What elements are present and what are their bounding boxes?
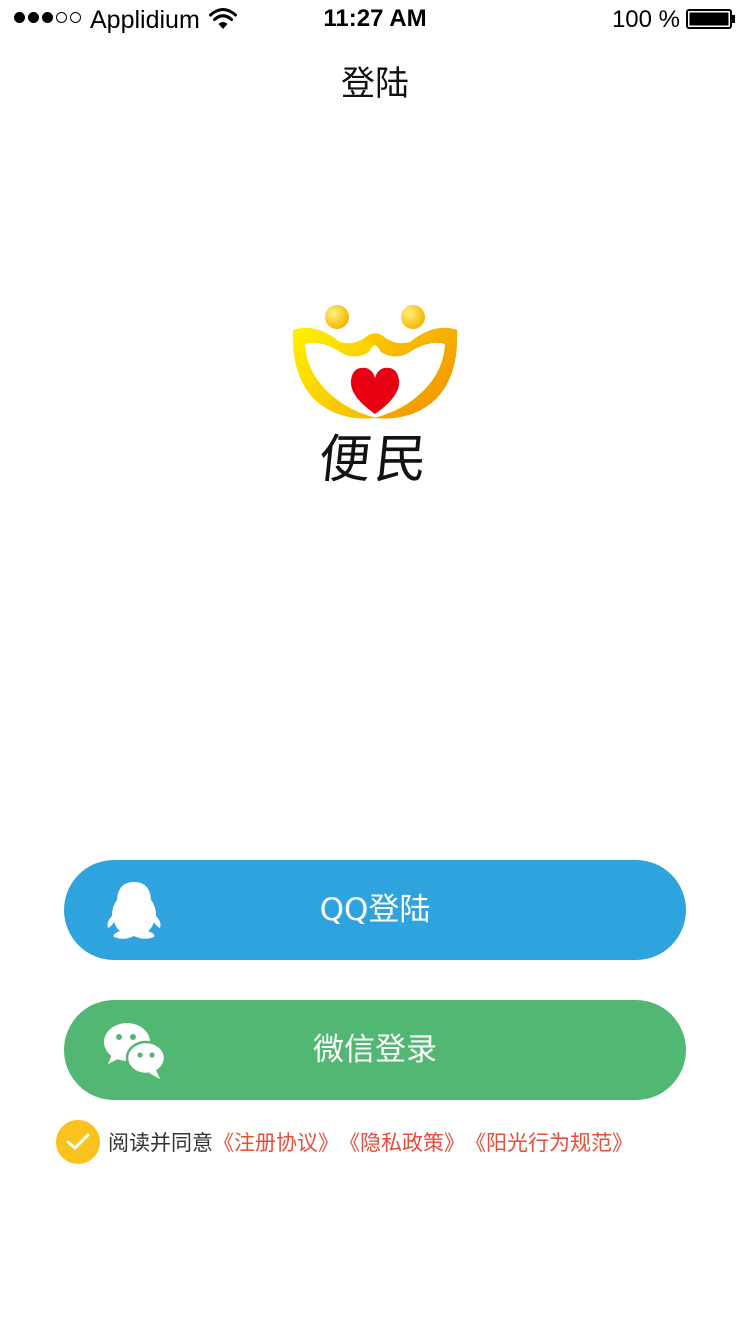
- logo-text: 便民: [315, 430, 435, 490]
- qq-penguin-icon: [107, 882, 161, 939]
- page-title: 登陆: [341, 64, 409, 104]
- two-people-heart-logo: [292, 305, 458, 419]
- status-bar: Applidium 11:27 AM 100 %: [0, 0, 750, 40]
- wechat-login-label: 微信登录: [313, 1032, 437, 1068]
- login-screen: Applidium 11:27 AM 100 % 登陆 便民 QQ登陆 微信登录…: [0, 0, 750, 1334]
- qq-login-button[interactable]: QQ登陆: [64, 860, 686, 960]
- agreement-prefix: 阅读并同意: [108, 1131, 213, 1155]
- link-register-agreement[interactable]: 《注册协议》: [213, 1127, 339, 1157]
- checkmark-icon: [66, 1133, 90, 1150]
- link-conduct-rules[interactable]: 《阳光行为规范》: [465, 1127, 633, 1157]
- battery-icon: [686, 9, 735, 29]
- link-privacy-policy[interactable]: 《隐私政策》: [339, 1127, 465, 1157]
- agree-checkbox[interactable]: [56, 1120, 100, 1164]
- agreement-row: 阅读并同意 《注册协议》 《隐私政策》 《阳光行为规范》: [56, 1120, 633, 1164]
- qq-login-label: QQ登陆: [319, 892, 431, 928]
- wechat-login-button[interactable]: 微信登录: [64, 1000, 686, 1100]
- wechat-icon: [104, 1023, 167, 1079]
- battery-percent: 100 %: [611, 6, 680, 33]
